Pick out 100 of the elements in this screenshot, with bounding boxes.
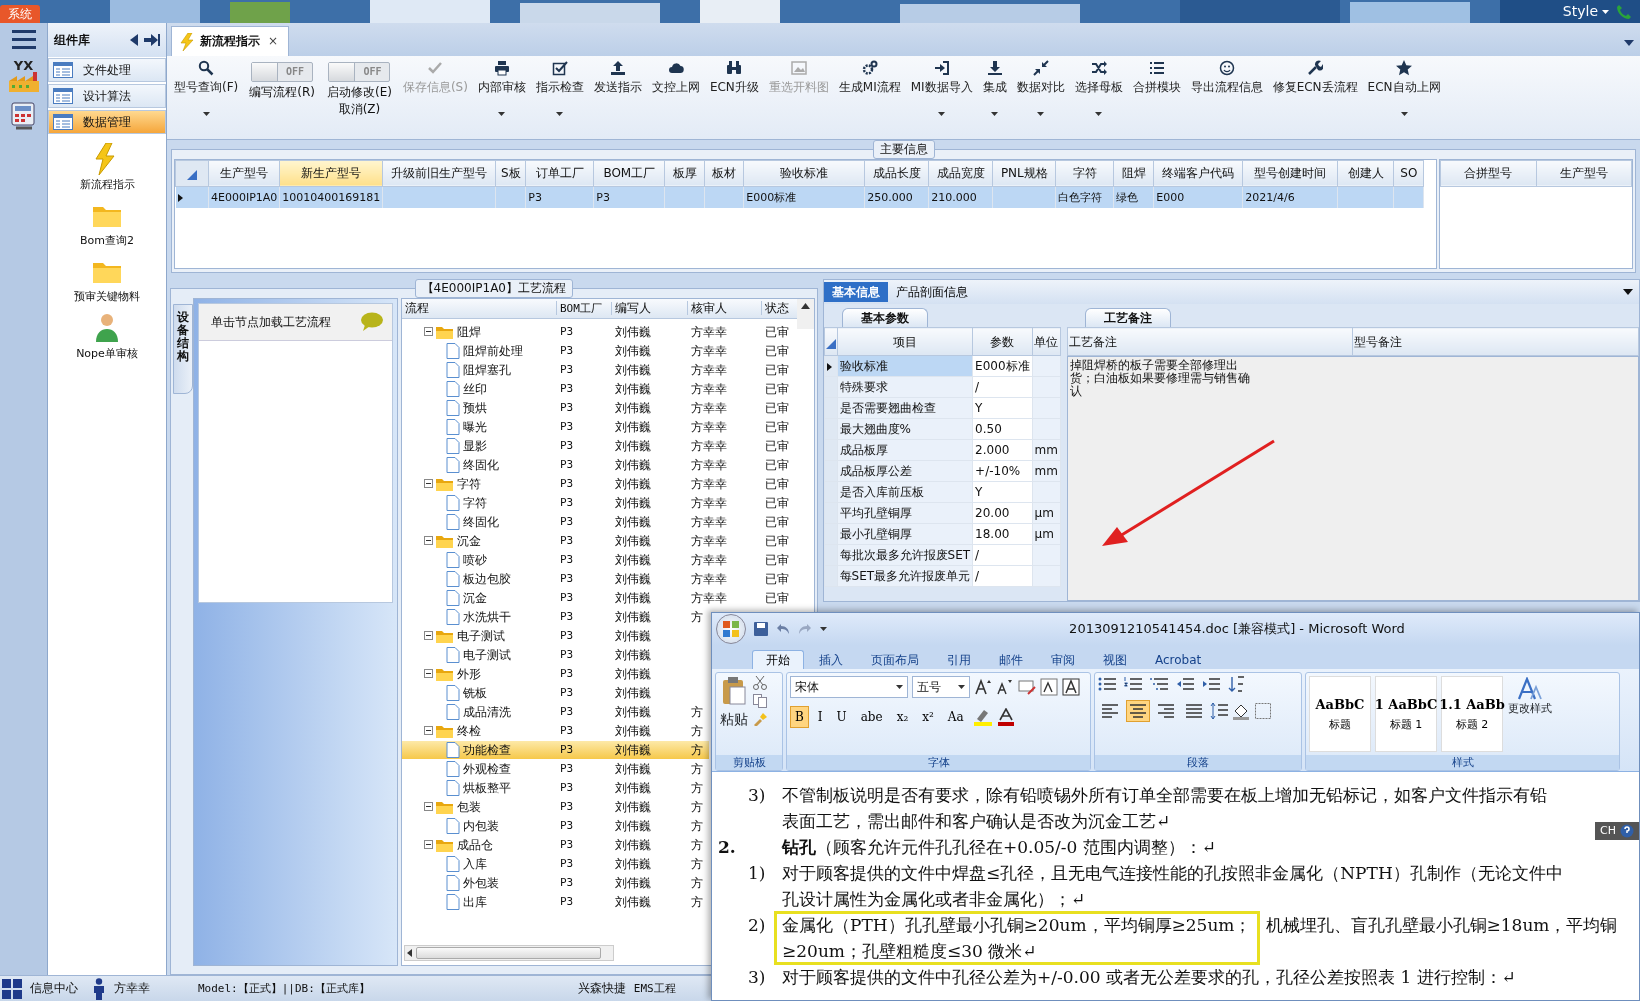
office-button[interactable] <box>716 614 746 644</box>
toolbar-button[interactable]: 文控上网 <box>646 60 705 95</box>
shading-icon[interactable] <box>1232 702 1250 720</box>
column-header[interactable]: S板 <box>495 160 526 187</box>
column-header[interactable]: 升级前旧生产型号 <box>382 160 496 187</box>
format-button[interactable]: U <box>831 706 852 728</box>
category-item[interactable]: 设计算法 <box>48 84 166 108</box>
panel-tab[interactable]: 基本信息 <box>823 281 888 303</box>
format-button[interactable]: I <box>812 706 828 728</box>
column-header[interactable]: 生产型号 <box>208 160 280 187</box>
column-header[interactable]: BOM工厂 <box>560 301 602 315</box>
language-bar[interactable]: CH <box>1595 822 1639 840</box>
column-header[interactable]: 生产型号 <box>1536 160 1632 187</box>
ribbon-tab[interactable]: 视图 <box>1090 650 1140 669</box>
column-header[interactable]: 字符 <box>1055 160 1114 187</box>
sort-icon[interactable] <box>1228 676 1246 692</box>
ribbon-tab[interactable]: 引用 <box>934 650 984 669</box>
line-spacing-icon[interactable] <box>1210 702 1228 720</box>
tree-row[interactable]: 电子测试 P3 刘伟巍 <box>402 626 709 646</box>
toolbar-button[interactable]: ECN升级 <box>704 60 764 95</box>
toolbar-button[interactable]: ECN自动上网 <box>1362 60 1446 117</box>
column-header[interactable]: 板材 <box>704 160 744 187</box>
tree-row[interactable]: 外形 P3 刘伟巍 <box>402 664 709 684</box>
toolbar-button[interactable]: 内部审核 <box>472 60 531 117</box>
ribbon-tab[interactable]: 页面布局 <box>858 650 932 669</box>
column-header[interactable]: 订单工厂 <box>525 160 594 187</box>
toolbar-button[interactable]: 导出流程信息 <box>1185 60 1268 95</box>
tree-row[interactable]: 入库 P3 刘伟巍 方 <box>402 854 709 874</box>
font-size-field[interactable]: 五号 <box>912 676 970 698</box>
launcher-item[interactable]: Bom查询2 <box>48 199 166 248</box>
tree-row[interactable]: 外包装 P3 刘伟巍 方 <box>402 873 709 893</box>
decrease-indent-icon[interactable] <box>1176 676 1194 692</box>
collapse-icon[interactable] <box>424 802 433 812</box>
multilevel-list-icon[interactable] <box>1150 676 1168 692</box>
highlighter-icon[interactable] <box>972 708 993 726</box>
toolbar-button[interactable]: 集成 <box>977 60 1012 117</box>
tree-row[interactable]: 包装 P3 刘伟巍 方 <box>402 797 709 817</box>
tree-row[interactable]: 终固化 P3 刘伟巍 方幸幸 已审 <box>402 512 814 532</box>
panel-tab[interactable]: 产品剖面信息 <box>887 281 976 303</box>
tree-row[interactable]: 烘板整平 P3 刘伟巍 方 <box>402 778 709 798</box>
caret-icon[interactable] <box>820 627 827 631</box>
tree-row[interactable]: 出库 P3 刘伟巍 方 <box>402 892 709 912</box>
save-icon[interactable] <box>754 622 768 636</box>
style-preset[interactable]: AaBbC 标题 <box>1309 676 1371 752</box>
column-header[interactable]: 创建人 <box>1337 160 1394 187</box>
column-header[interactable]: 流程 <box>405 301 429 316</box>
collapse-icon[interactable] <box>424 327 433 337</box>
column-header[interactable]: BOM工厂 <box>593 160 665 187</box>
collapse-arrow-icon[interactable] <box>130 34 138 46</box>
document-tab[interactable]: 新流程指示 × <box>171 26 290 56</box>
format-button[interactable]: x₂ <box>891 706 914 728</box>
tree-row[interactable]: 终检 P3 刘伟巍 方 <box>402 721 709 741</box>
tree-row[interactable]: 曝光 P3 刘伟巍 方幸幸 已审 <box>402 417 814 437</box>
paste-button[interactable]: 粘贴 <box>719 676 749 752</box>
column-header[interactable]: PNL规格 <box>992 160 1056 187</box>
column-header[interactable]: 合拼型号 <box>1440 160 1536 187</box>
factory-icon[interactable] <box>8 72 39 92</box>
style-preset[interactable]: 1 AaBbC 标题 1 <box>1375 676 1437 752</box>
copy-icon[interactable] <box>753 694 767 708</box>
tree-row[interactable]: 成品仓 P3 刘伟巍 方 <box>402 835 709 855</box>
tree-row[interactable]: 预烘 P3 刘伟巍 方幸幸 已审 <box>402 398 814 418</box>
tree-row[interactable]: 铣板 P3 刘伟巍 <box>402 683 709 703</box>
tree-row[interactable]: 沉金 P3 刘伟巍 方幸幸 已审 <box>402 531 814 551</box>
format-button[interactable]: x² <box>917 706 939 728</box>
category-item[interactable]: 文件处理 <box>48 58 166 82</box>
launcher-item[interactable]: 新流程指示 <box>48 143 166 192</box>
style-preset[interactable]: 1.1 AaBb 标题 2 <box>1441 676 1503 752</box>
bullet-list-icon[interactable] <box>1098 676 1116 692</box>
toolbar-button[interactable]: MI数据导入 <box>905 60 978 117</box>
pin-icon[interactable] <box>144 33 160 47</box>
column-header[interactable]: 验收标准 <box>743 160 865 187</box>
column-header[interactable]: 核审人 <box>691 301 727 316</box>
toolbar-button[interactable]: 指示检查 <box>530 60 589 117</box>
collapse-icon[interactable] <box>424 726 433 736</box>
column-header[interactable]: 项目 <box>837 327 973 356</box>
increase-indent-icon[interactable] <box>1202 676 1220 692</box>
phone-icon[interactable] <box>1616 3 1632 20</box>
launcher-item[interactable]: Nope单审核 <box>48 311 166 360</box>
scissors-icon[interactable] <box>753 676 767 690</box>
column-header[interactable]: 成品长度 <box>864 160 929 187</box>
format-button[interactable]: B <box>790 706 809 728</box>
toolbar-button[interactable]: 合拼模块 <box>1127 60 1186 95</box>
change-styles-button[interactable]: 更改样式 <box>1507 676 1553 752</box>
column-header[interactable]: 工艺备注 <box>1067 327 1353 356</box>
column-header[interactable]: 阻焊 <box>1113 160 1154 187</box>
column-header[interactable]: 型号创建时间 <box>1242 160 1338 187</box>
tree-row[interactable]: 阻焊塞孔 P3 刘伟巍 方幸幸 已审 <box>402 360 814 380</box>
tree-row[interactable]: 显影 P3 刘伟巍 方幸幸 已审 <box>402 436 814 456</box>
undo-icon[interactable] <box>776 623 790 635</box>
tree-row[interactable]: 板边包胶 P3 刘伟巍 方幸幸 已审 <box>402 569 814 589</box>
column-header[interactable]: 型号备注 <box>1353 327 1639 356</box>
collapse-icon[interactable] <box>424 536 433 546</box>
tree-row[interactable]: 外观检查 P3 刘伟巍 方 <box>402 759 709 779</box>
side-tab[interactable]: 设备结构 <box>173 303 193 394</box>
collapse-icon[interactable] <box>424 840 433 850</box>
font-color-icon[interactable] <box>996 708 1015 726</box>
tree-row[interactable]: 终固化 P3 刘伟巍 方幸幸 已审 <box>402 455 814 475</box>
align-button[interactable] <box>1126 700 1150 722</box>
border-letter-icon[interactable] <box>1062 678 1080 696</box>
toolbar-button[interactable]: 发送指示 <box>588 60 647 95</box>
